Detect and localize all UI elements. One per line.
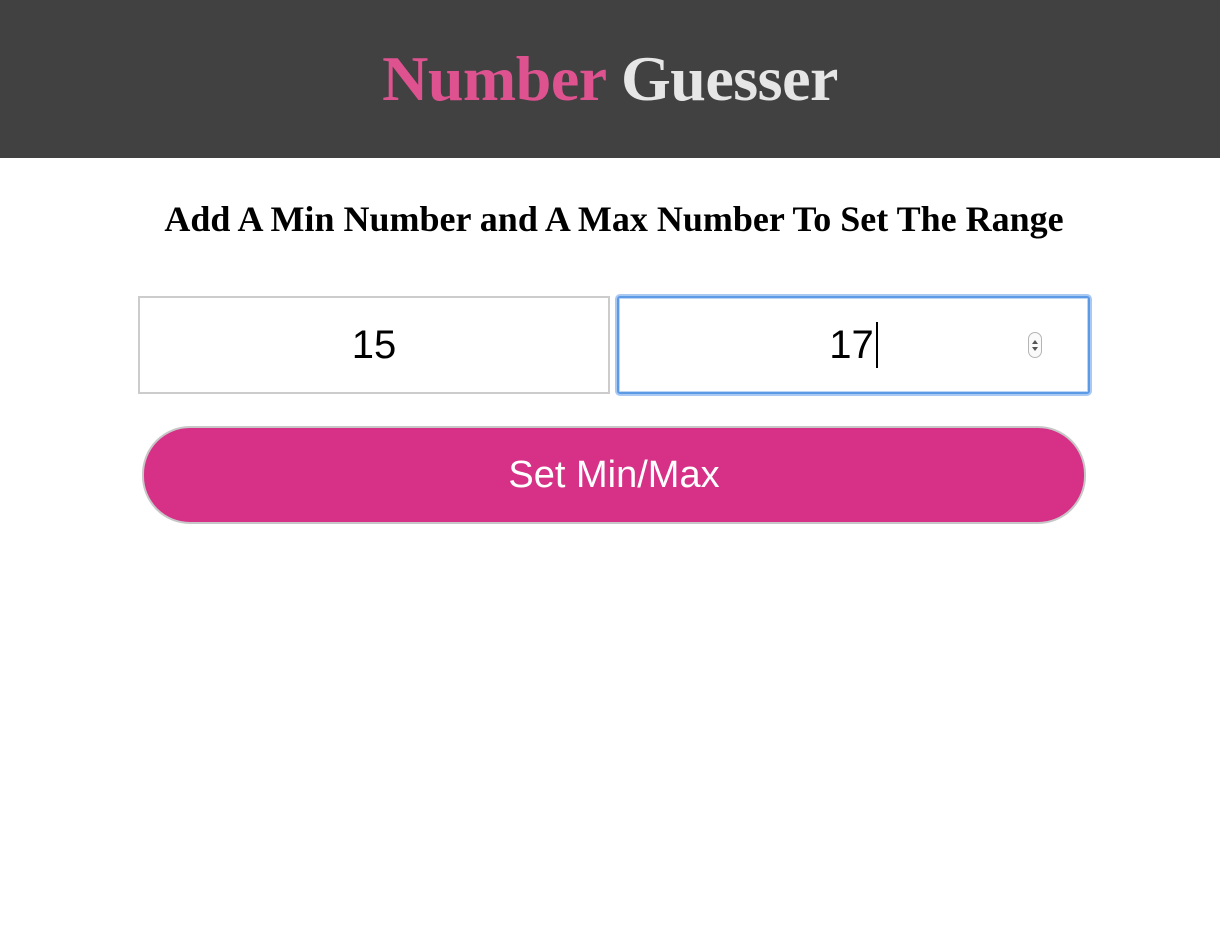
max-number-value: 17	[829, 322, 874, 367]
set-min-max-button[interactable]: Set Min/Max	[142, 426, 1086, 524]
app-title-word: Guesser	[620, 43, 838, 114]
text-caret	[875, 322, 878, 368]
app-title-accent-word: Number	[382, 43, 606, 114]
spinner-down-icon[interactable]	[1032, 346, 1038, 351]
min-number-input[interactable]: 15	[138, 296, 610, 394]
range-instruction: Add A Min Number and A Max Number To Set…	[164, 199, 1064, 239]
max-number-input[interactable]: 17	[617, 296, 1090, 394]
header-bar: Number Guesser	[0, 0, 1220, 158]
min-number-value: 15	[351, 322, 397, 367]
number-spinner[interactable]	[1028, 332, 1042, 358]
app-title: Number Guesser	[382, 47, 838, 111]
spinner-up-icon[interactable]	[1032, 339, 1038, 344]
